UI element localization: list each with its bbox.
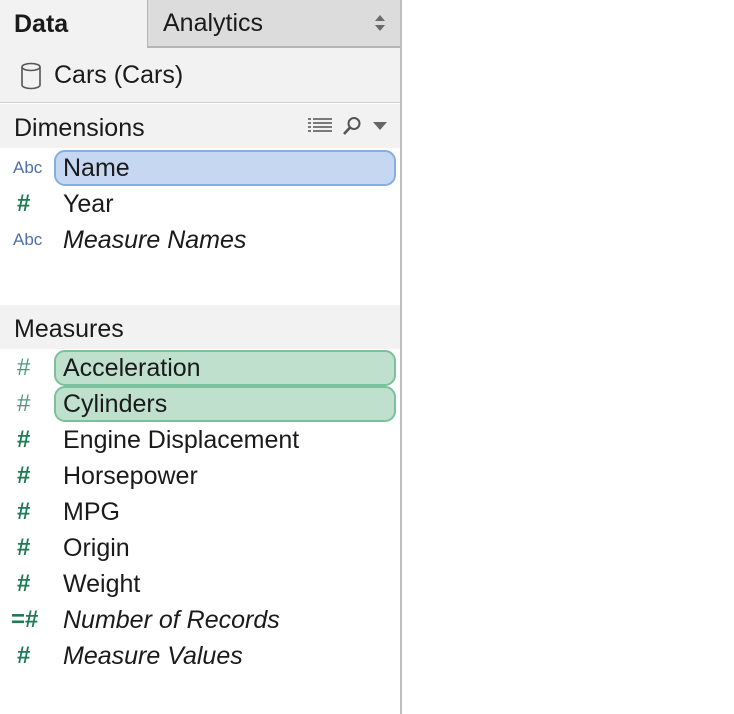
data-pane: Data Analytics Cars (Cars) Dimensions Ab…	[0, 0, 402, 714]
pane-tabs: Data Analytics	[0, 0, 400, 48]
tab-analytics-label: Analytics	[163, 8, 264, 37]
measure-field-weight[interactable]: # Weight	[0, 566, 400, 602]
field-label: Weight	[63, 570, 141, 598]
sort-arrows-icon[interactable]	[374, 14, 386, 32]
measure-field-origin[interactable]: # Origin	[0, 530, 400, 566]
measure-field-number-of-records[interactable]: =# Number of Records	[0, 602, 400, 638]
string-type-icon: Abc	[13, 158, 43, 177]
number-type-icon: #	[17, 390, 31, 417]
number-type-icon: #	[17, 498, 31, 525]
tab-data-label: Data	[14, 9, 69, 38]
measures-title: Measures	[14, 315, 124, 343]
calculated-number-type-icon: =#	[11, 606, 39, 633]
measure-field-acceleration[interactable]: # Acceleration	[0, 350, 400, 386]
number-type-icon: #	[17, 534, 31, 561]
measure-field-mpg[interactable]: # MPG	[0, 494, 400, 530]
dimension-field-name[interactable]: Abc Name	[0, 150, 400, 186]
dimension-field-year[interactable]: # Year	[0, 186, 400, 222]
database-icon	[21, 62, 41, 90]
field-label: Engine Displacement	[63, 426, 300, 454]
field-label: Name	[63, 154, 130, 182]
field-label: Number of Records	[63, 606, 280, 634]
search-icon[interactable]	[342, 116, 362, 136]
string-type-icon: Abc	[13, 230, 43, 249]
number-type-icon: #	[17, 462, 31, 489]
measure-field-measure-values[interactable]: # Measure Values	[0, 638, 400, 674]
measure-field-cylinders[interactable]: # Cylinders	[0, 386, 400, 422]
tab-analytics[interactable]: Analytics	[147, 0, 400, 48]
tab-data[interactable]: Data	[0, 0, 147, 48]
measures-header: Measures	[0, 305, 400, 349]
dimension-field-measure-names[interactable]: Abc Measure Names	[0, 222, 400, 258]
field-label: Acceleration	[63, 354, 201, 382]
number-type-icon: #	[17, 570, 31, 597]
field-label: Measure Names	[63, 226, 247, 254]
field-label: MPG	[63, 498, 120, 526]
list-view-icon[interactable]	[308, 117, 332, 135]
data-source-label: Cars (Cars)	[54, 61, 184, 89]
field-label: Cylinders	[63, 390, 168, 418]
number-type-icon: #	[17, 426, 31, 453]
number-type-icon: #	[17, 354, 31, 381]
measure-field-horsepower[interactable]: # Horsepower	[0, 458, 400, 494]
measure-field-engine-displacement[interactable]: # Engine Displacement	[0, 422, 400, 458]
dimensions-header: Dimensions	[0, 104, 400, 148]
field-label: Measure Values	[63, 642, 243, 670]
chevron-down-icon[interactable]	[372, 120, 388, 132]
data-source-row[interactable]: Cars (Cars)	[0, 48, 400, 103]
field-label: Horsepower	[63, 462, 198, 490]
field-label: Origin	[63, 534, 130, 562]
number-type-icon: #	[17, 190, 31, 217]
dimensions-tools	[308, 116, 388, 136]
number-type-icon: #	[17, 642, 31, 669]
dimensions-title: Dimensions	[14, 114, 145, 142]
field-label: Year	[63, 190, 114, 218]
